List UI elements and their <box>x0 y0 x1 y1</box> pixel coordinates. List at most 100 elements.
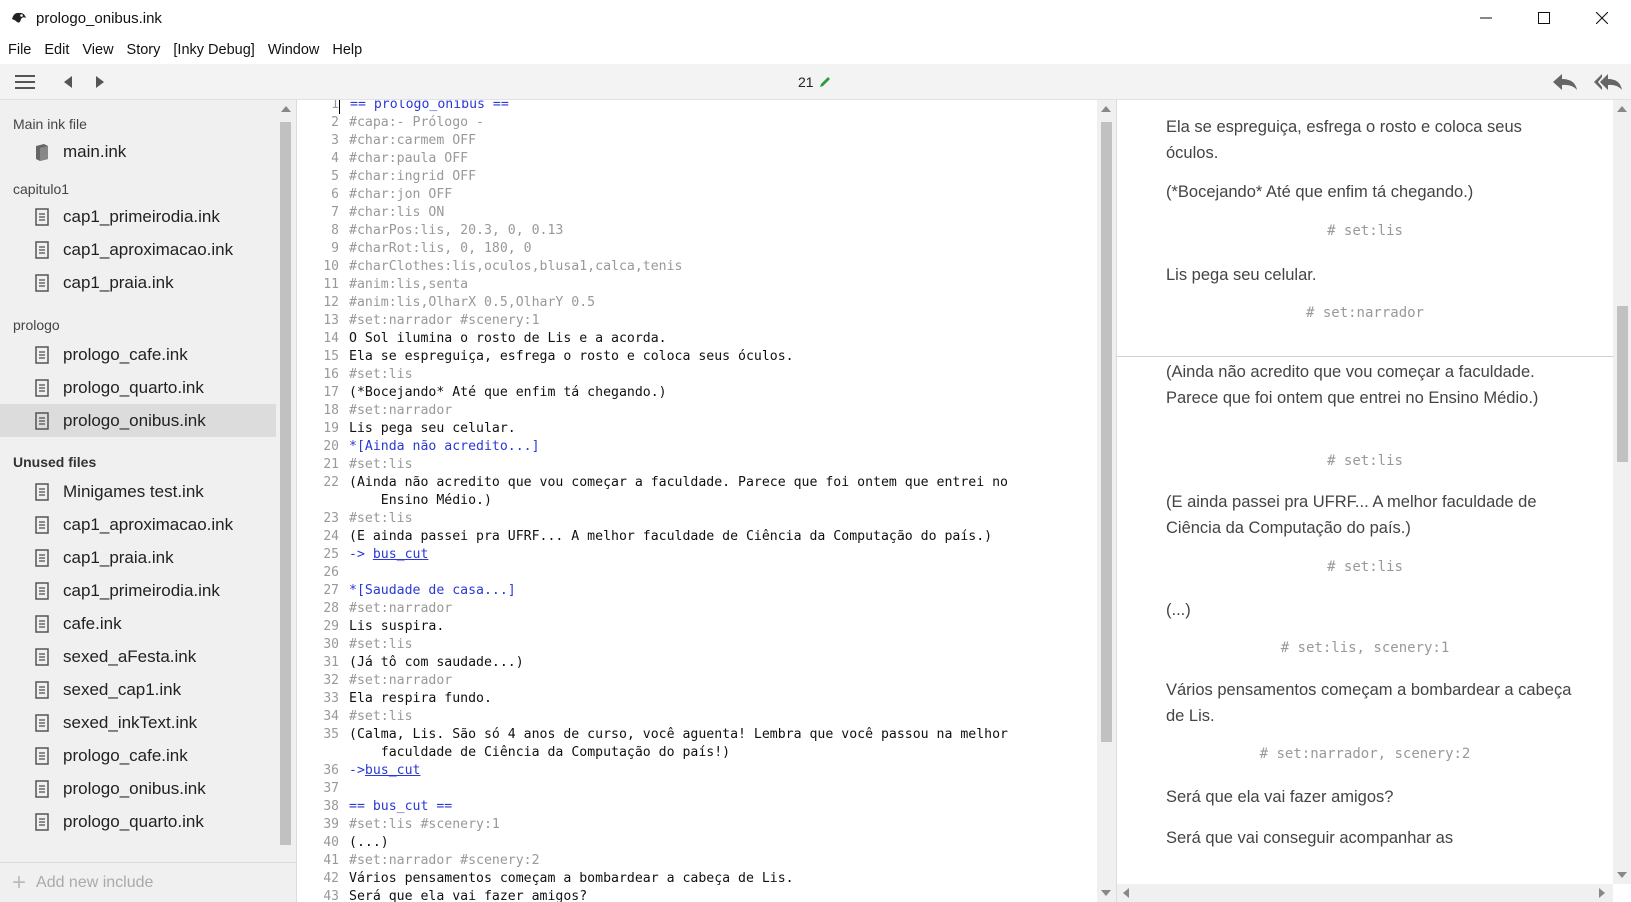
scroll-thumb[interactable] <box>1617 306 1628 462</box>
line-content[interactable]: Ela respira fundo. <box>339 690 1097 708</box>
code-line[interactable]: 25 -> bus_cut <box>297 546 1097 564</box>
code-line[interactable]: 24 (E ainda passei pra UFRF... A melhor f… <box>297 528 1097 546</box>
forward-button[interactable] <box>90 70 110 94</box>
scroll-up-arrow-icon[interactable] <box>281 106 291 112</box>
code-line[interactable]: 23 #set:lis <box>297 510 1097 528</box>
minimize-button[interactable] <box>1457 0 1515 36</box>
code-line[interactable]: 37 <box>297 780 1097 798</box>
file-item[interactable]: sexed_cap1.ink <box>0 673 276 706</box>
file-item[interactable]: prologo_quarto.ink <box>0 805 276 838</box>
line-content[interactable]: #set:lis <box>339 456 1097 474</box>
line-content[interactable]: *[Ainda não acredito...] <box>339 438 1097 456</box>
code-line[interactable]: 36 ->bus_cut <box>297 762 1097 780</box>
line-content[interactable]: #set:narrador #scenery:2 <box>339 852 1097 870</box>
code-line[interactable]: 42 Vários pensamentos começam a bombardea… <box>297 870 1097 888</box>
line-content[interactable]: Lis suspira. <box>339 618 1097 636</box>
code-line[interactable]: 33 Ela respira fundo. <box>297 690 1097 708</box>
file-item-active[interactable]: prologo_onibus.ink <box>0 404 276 437</box>
menu-window[interactable]: Window <box>268 42 331 58</box>
line-content[interactable]: #set:narrador <box>339 402 1097 420</box>
line-content[interactable]: #set:lis <box>339 636 1097 654</box>
code-line[interactable]: 31 (Já tô com saudade...) <box>297 654 1097 672</box>
back-button[interactable] <box>58 70 78 94</box>
file-item[interactable]: sexed_aFesta.ink <box>0 640 276 673</box>
file-item[interactable]: cap1_primeirodia.ink <box>0 574 276 607</box>
file-item[interactable]: cap1_praia.ink <box>0 266 276 299</box>
menu-file[interactable]: File <box>8 42 42 58</box>
line-content[interactable]: #char:carmem OFF <box>339 132 1097 150</box>
code-line[interactable]: 34 #set:lis <box>297 708 1097 726</box>
line-content[interactable] <box>339 564 1097 582</box>
line-content[interactable]: #charRot:lis, 0, 180, 0 <box>339 240 1097 258</box>
code-line[interactable]: 19 Lis pega seu celular. <box>297 420 1097 438</box>
scroll-right-arrow-icon[interactable] <box>1599 888 1605 898</box>
code-line[interactable]: 14 O Sol ilumina o rosto de Lis e a acord… <box>297 330 1097 348</box>
toggle-sidebar-button[interactable] <box>12 70 38 94</box>
code-line[interactable]: 3 #char:carmem OFF <box>297 132 1097 150</box>
code-line[interactable]: 30 #set:lis <box>297 636 1097 654</box>
line-content[interactable]: #set:narrador <box>339 600 1097 618</box>
line-content[interactable]: #anim:lis,OlharX 0.5,OlharY 0.5 <box>339 294 1097 312</box>
code-line[interactable]: 28 #set:narrador <box>297 600 1097 618</box>
file-item[interactable]: cap1_aproximacao.ink <box>0 508 276 541</box>
line-content[interactable]: ->bus_cut <box>339 762 1097 780</box>
code-line[interactable]: 21 #set:lis <box>297 456 1097 474</box>
line-content[interactable]: -> bus_cut <box>339 546 1097 564</box>
code-line[interactable]: 5 #char:ingrid OFF <box>297 168 1097 186</box>
line-content[interactable]: Vários pensamentos começam a bombardear … <box>339 870 1097 888</box>
scroll-down-arrow-icon[interactable] <box>1617 872 1627 878</box>
line-content[interactable]: #set:lis <box>339 708 1097 726</box>
code-editor[interactable]: 1 == prologo_onibus == 2 #capa:- Prólogo -3… <box>297 100 1116 902</box>
code-line[interactable]: 2 #capa:- Prólogo - <box>297 114 1097 132</box>
file-item[interactable]: cap1_primeirodia.ink <box>0 200 276 233</box>
code-line[interactable]: 38 == bus_cut == <box>297 798 1097 816</box>
code-line[interactable]: 13 #set:narrador #scenery:1 <box>297 312 1097 330</box>
scroll-thumb[interactable] <box>280 122 291 845</box>
line-content[interactable]: #set:lis #scenery:1 <box>339 816 1097 834</box>
rewind-button[interactable] <box>1550 70 1580 94</box>
line-content[interactable]: #set:narrador #scenery:1 <box>339 312 1097 330</box>
maximize-button[interactable] <box>1515 0 1573 36</box>
code-line[interactable]: 43 Será que ela vai fazer amigos? <box>297 888 1097 902</box>
code-line[interactable]: 4 #char:paula OFF <box>297 150 1097 168</box>
code-line[interactable]: 27 *[Saudade de casa...] <box>297 582 1097 600</box>
code-line[interactable]: 1 == prologo_onibus == <box>297 100 1097 114</box>
line-content[interactable]: #charClothes:lis,oculos,blusa1,calca,ten… <box>339 258 1097 276</box>
menu-story[interactable]: Story <box>127 42 172 58</box>
code-line[interactable]: 17 (*Bocejando* Até que enfim tá chegando… <box>297 384 1097 402</box>
line-content[interactable]: == prologo_onibus == <box>339 100 1097 114</box>
code-line[interactable]: 40 (...) <box>297 834 1097 852</box>
scroll-left-arrow-icon[interactable] <box>1123 888 1129 898</box>
file-item[interactable]: prologo_cafe.ink <box>0 739 276 772</box>
file-item-main[interactable]: main.ink <box>0 135 276 168</box>
line-content[interactable]: == bus_cut == <box>339 798 1097 816</box>
code-line[interactable]: 10 #charClothes:lis,oculos,blusa1,calca,t… <box>297 258 1097 276</box>
line-content[interactable]: (Ainda não acredito que vou começar a fa… <box>339 474 1097 510</box>
code-line[interactable]: 11 #anim:lis,senta <box>297 276 1097 294</box>
scroll-up-arrow-icon[interactable] <box>1617 106 1627 112</box>
line-content[interactable]: #char:ingrid OFF <box>339 168 1097 186</box>
line-content[interactable]: Lis pega seu celular. <box>339 420 1097 438</box>
code-line[interactable]: 18 #set:narrador <box>297 402 1097 420</box>
close-window-button[interactable] <box>1573 0 1631 36</box>
divert-link[interactable]: bus_cut <box>365 763 421 778</box>
line-content[interactable]: #set:lis <box>339 366 1097 384</box>
code-line[interactable]: 41 #set:narrador #scenery:2 <box>297 852 1097 870</box>
code-lines[interactable]: 1 == prologo_onibus == 2 #capa:- Prólogo -3… <box>297 100 1097 902</box>
editor-scrollbar[interactable] <box>1097 100 1116 902</box>
code-line[interactable]: 32 #set:narrador <box>297 672 1097 690</box>
line-content[interactable]: Será que ela vai fazer amigos? <box>339 888 1097 902</box>
line-content[interactable]: (E ainda passei pra UFRF... A melhor fac… <box>339 528 1097 546</box>
line-content[interactable]: #char:lis ON <box>339 204 1097 222</box>
file-item[interactable]: cafe.ink <box>0 607 276 640</box>
code-line[interactable]: 7 #char:lis ON <box>297 204 1097 222</box>
line-content[interactable]: #anim:lis,senta <box>339 276 1097 294</box>
line-content[interactable]: #capa:- Prólogo - <box>339 114 1097 132</box>
line-content[interactable]: #char:jon OFF <box>339 186 1097 204</box>
line-content[interactable]: (Calma, Lis. São só 4 anos de curso, voc… <box>339 726 1097 762</box>
line-content[interactable]: (*Bocejando* Até que enfim tá chegando.) <box>339 384 1097 402</box>
code-line[interactable]: 15 Ela se espreguiça, esfrega o rosto e c… <box>297 348 1097 366</box>
line-content[interactable]: *[Saudade de casa...] <box>339 582 1097 600</box>
code-line[interactable]: 8 #charPos:lis, 20.3, 0, 0.13 <box>297 222 1097 240</box>
player-horizontal-scrollbar[interactable] <box>1117 884 1613 902</box>
